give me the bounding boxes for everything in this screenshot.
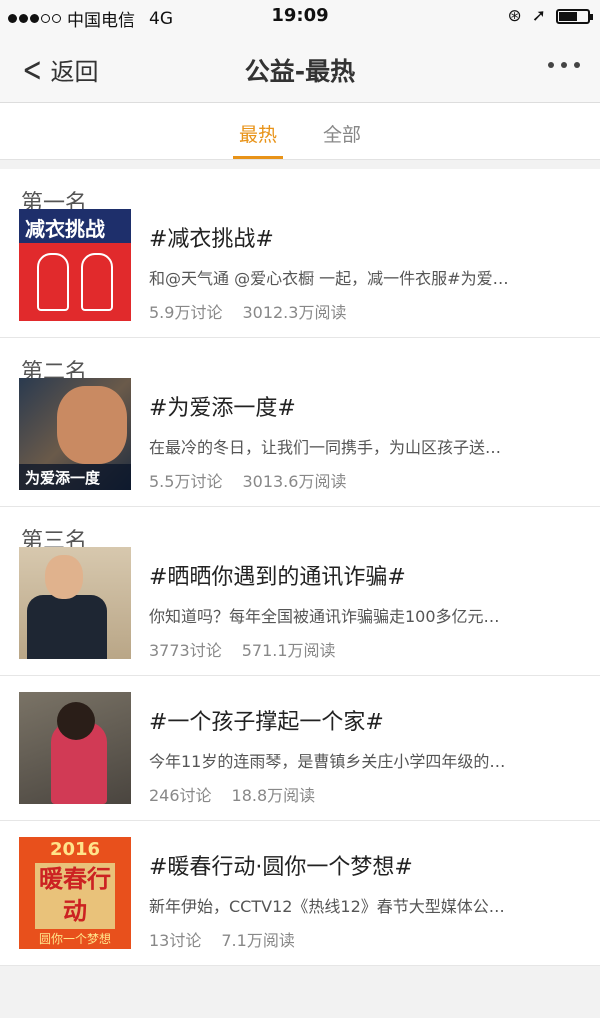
topic-description: 在最冷的冬日，让我们一同携手，为山区孩子送… [149,438,502,457]
thumbnail-year: 2016 [49,839,101,860]
topic-title[interactable]: #为爱添一度# [149,390,600,422]
list-item[interactable]: #一个孩子撑起一个家# 今年11岁的连雨琴，是曹镇乡关庄小学四年级的… 246讨… [0,676,600,821]
battery-icon [556,8,593,24]
rank-label: 第一名 [21,191,88,216]
topic-title[interactable]: #一个孩子撑起一个家# [149,704,600,736]
tab-bar: 最热 全部 [0,103,600,160]
discussion-count: 5.9万讨论 [149,303,223,322]
read-count: 3013.6万阅读 [242,472,347,491]
topic-title[interactable]: #减衣挑战# [149,221,600,253]
read-count: 18.8万阅读 [231,786,316,805]
rank-label: 第二名 [21,360,88,385]
read-count: 3012.3万阅读 [242,303,347,322]
status-bar: 中国电信 4G 19:09 ⊛ ➚ [0,0,600,32]
topic-description: 你知道吗？每年全国被通讯诈骗骗走100多亿元… [149,607,500,626]
topic-title[interactable]: #暖春行动·圆你一个梦想# [149,849,600,881]
thumbnail-text: 减衣挑战 [25,217,105,241]
topic-title[interactable]: #晒晒你遇到的通讯诈骗# [149,559,600,591]
thumbnail-subtext: 圆你一个梦想 [38,932,111,946]
topic-thumbnail [19,692,131,804]
rank-label: 第三名 [21,529,88,554]
page-title: 公益-最热 [244,57,356,86]
rotation-lock-icon: ⊛ [507,6,522,26]
location-icon: ➚ [531,6,546,26]
topic-description: 新年伊始，CCTV12《热线12》春节大型媒体公… [149,897,505,916]
topic-thumbnail: 减衣挑战 [19,209,131,321]
read-count: 7.1万阅读 [221,931,295,950]
discussion-count: 246讨论 [149,786,212,805]
tab-hottest[interactable]: 最热 [232,103,284,159]
more-icon[interactable] [548,62,580,68]
tab-all[interactable]: 全部 [323,103,361,159]
list-item[interactable]: 第三名 #晒晒你遇到的通讯诈骗# 你知道吗？每年全国被通讯诈骗骗走100多亿元…… [0,507,600,676]
nav-bar: < 返回 公益-最热 [0,32,600,103]
topic-thumbnail: 2016 暖春行动 圆你一个梦想 [19,837,131,949]
discussion-count: 3773讨论 [149,641,222,660]
topic-description: 和@天气通 @爱心衣橱 一起，减一件衣服#为爱… [149,269,509,288]
thumbnail-text: 暖春行动 [35,863,115,929]
discussion-count: 5.5万讨论 [149,472,223,491]
topic-description: 今年11岁的连雨琴，是曹镇乡关庄小学四年级的… [149,752,506,771]
status-right: ⊛ ➚ [507,6,593,26]
list-item[interactable]: 第二名 为爱添一度 #为爱添一度# 在最冷的冬日，让我们一同携手，为山区孩子送…… [0,338,600,507]
topic-thumbnail: 为爱添一度 [19,378,131,490]
thumbnail-text: 为爱添一度 [19,464,131,490]
list-item[interactable]: 第一名 减衣挑战 #减衣挑战# 和@天气通 @爱心衣橱 一起，减一件衣服#为爱…… [0,169,600,338]
discussion-count: 13讨论 [149,931,202,950]
list-item[interactable]: 2016 暖春行动 圆你一个梦想 #暖春行动·圆你一个梦想# 新年伊始，CCTV… [0,821,600,966]
topic-thumbnail [19,547,131,659]
topic-list: 第一名 减衣挑战 #减衣挑战# 和@天气通 @爱心衣橱 一起，减一件衣服#为爱…… [0,169,600,966]
read-count: 571.1万阅读 [241,641,336,660]
